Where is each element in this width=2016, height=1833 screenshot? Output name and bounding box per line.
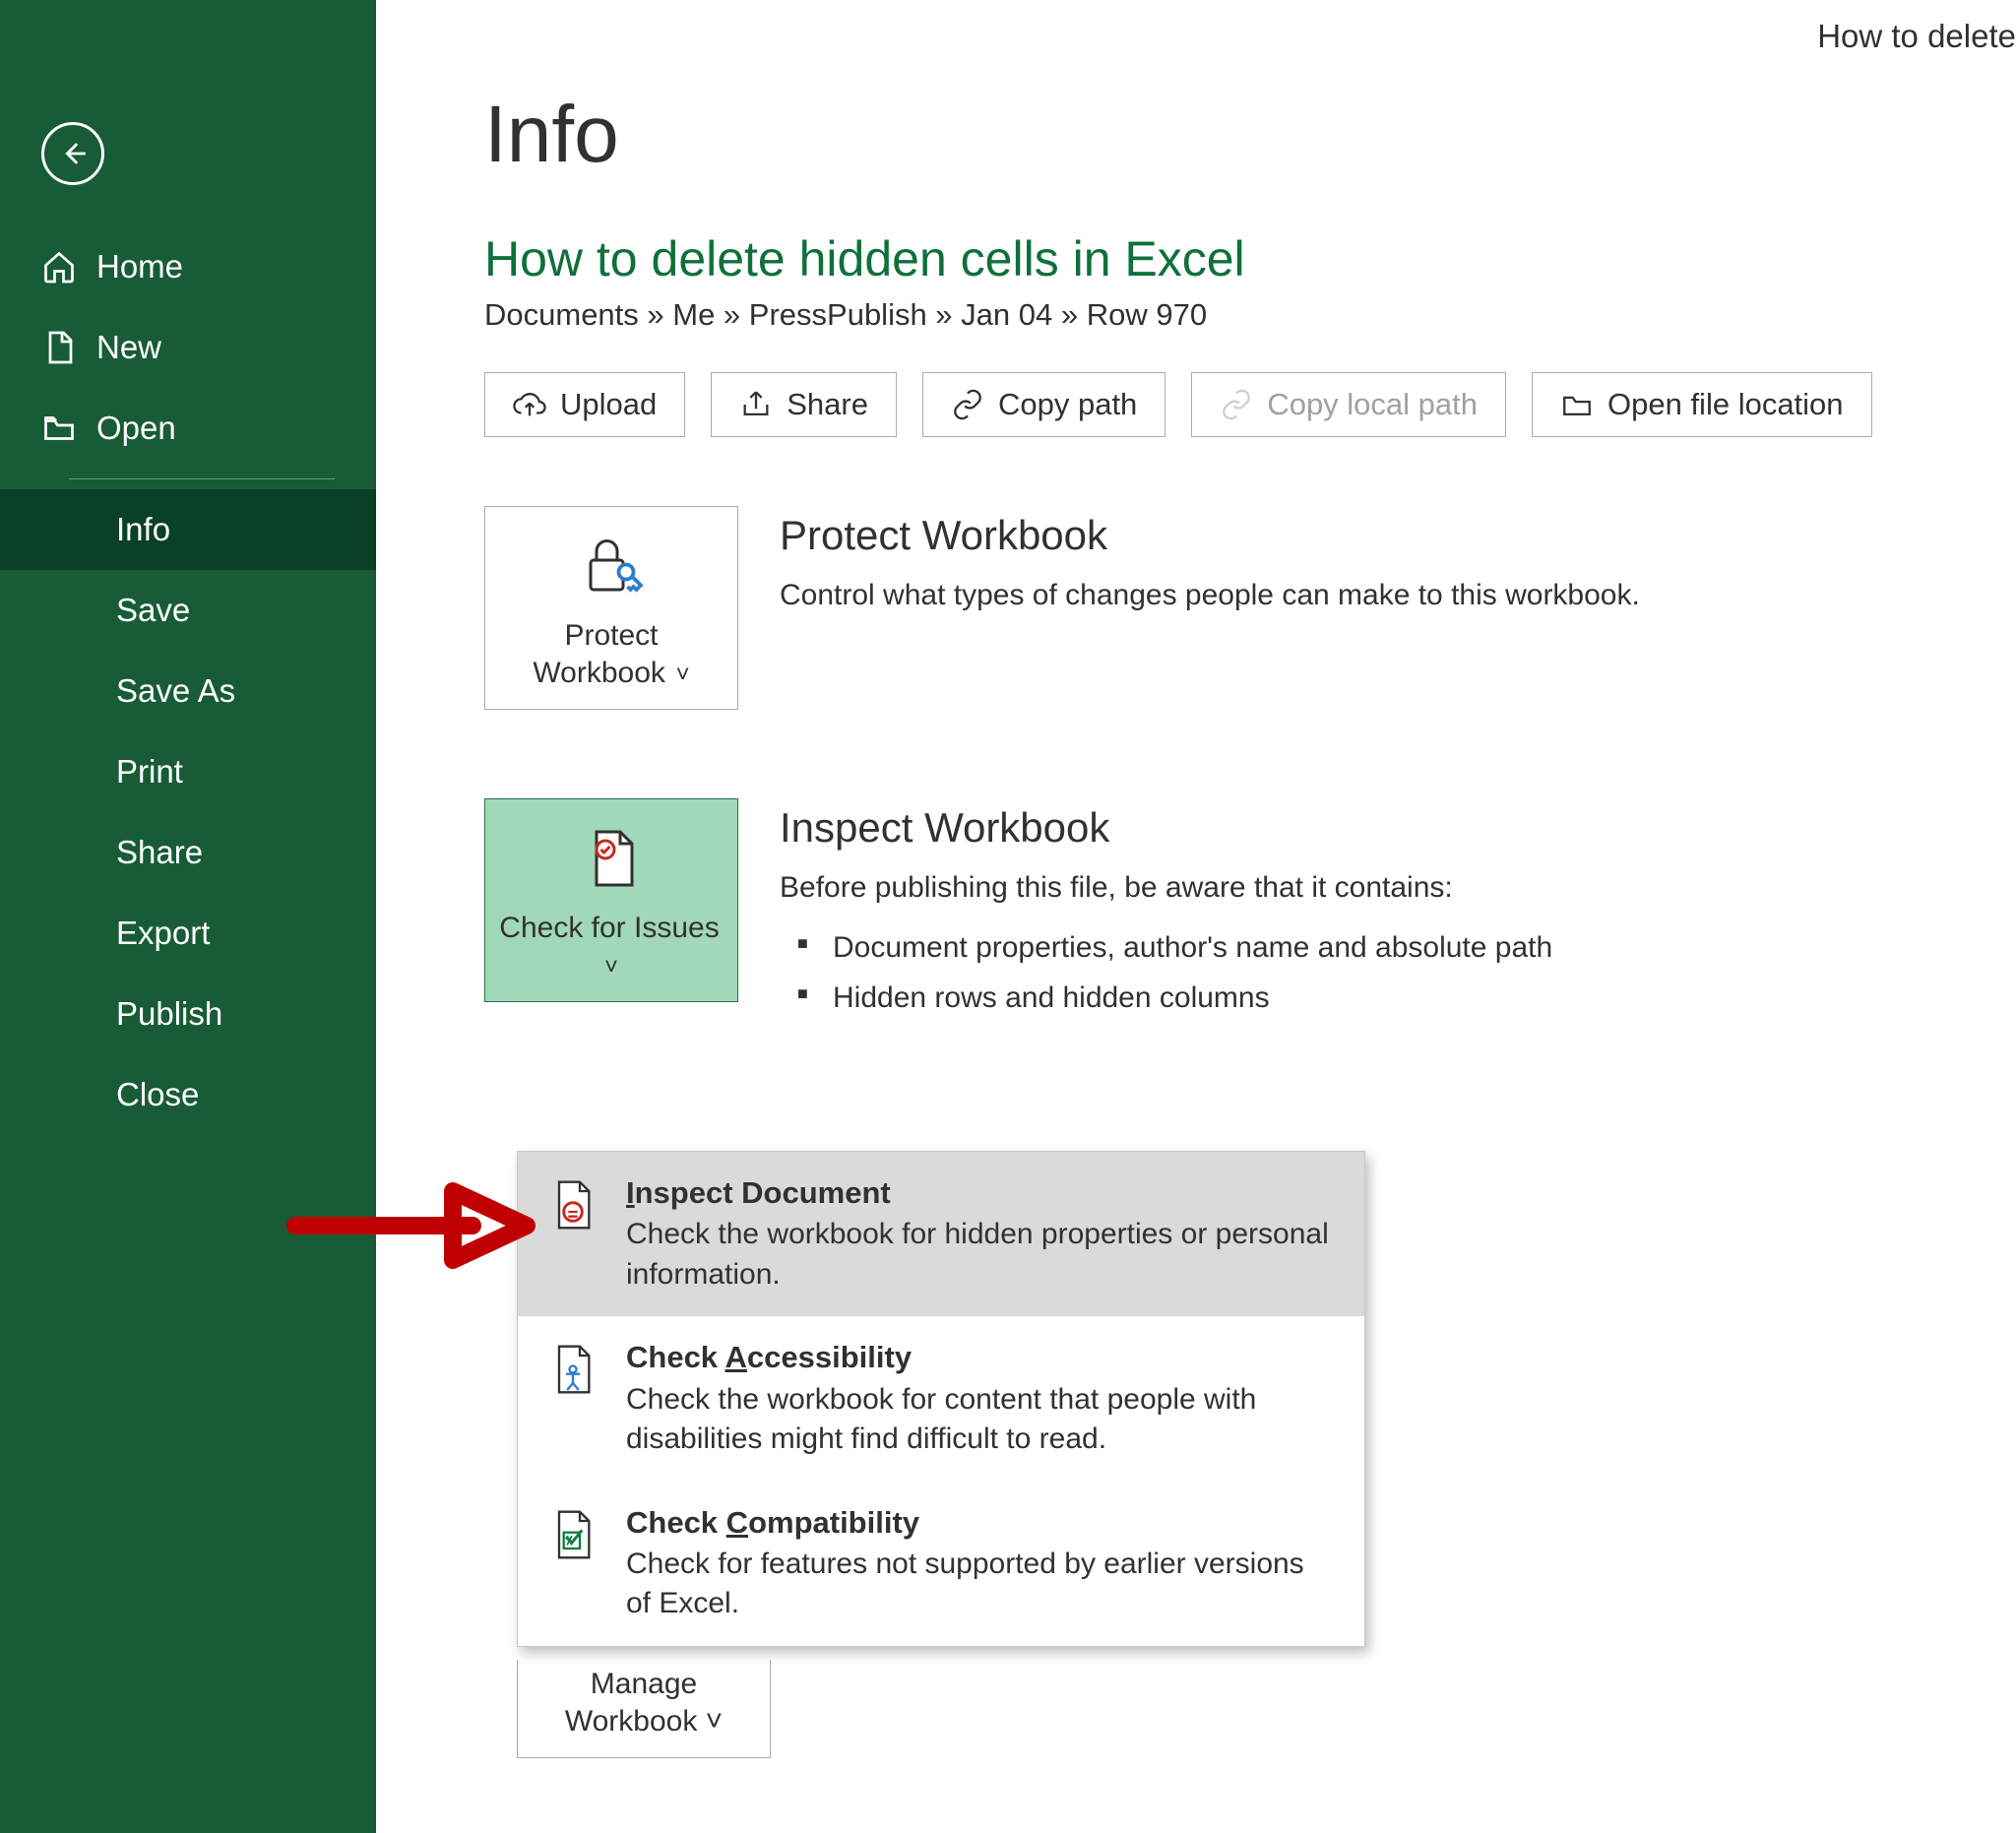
- check-accessibility-title: Check Accessibility: [626, 1338, 1337, 1377]
- back-button[interactable]: [41, 122, 104, 185]
- nav-share[interactable]: Share: [0, 812, 376, 893]
- nav-open-label: Open: [96, 410, 176, 447]
- chevron-down-icon: ˅: [697, 1705, 723, 1738]
- inspect-document-icon: [545, 1177, 600, 1233]
- protect-heading: Protect Workbook: [780, 512, 1862, 559]
- check-accessibility-option[interactable]: Check Accessibility Check the workbook f…: [518, 1316, 1364, 1481]
- manage-workbook-label: Manage Workbook: [565, 1668, 698, 1738]
- open-folder-icon: [41, 411, 77, 446]
- toolbar: Upload Share Copy path Copy local path O…: [484, 372, 2016, 437]
- copy-path-button[interactable]: Copy path: [922, 372, 1166, 437]
- protect-desc: Control what types of changes people can…: [780, 575, 1862, 616]
- nav-home[interactable]: Home: [0, 226, 376, 307]
- inspect-section: Check for Issues ˅ Inspect Workbook Befo…: [484, 798, 2016, 1023]
- copy-local-path-label: Copy local path: [1267, 387, 1478, 422]
- open-file-location-button[interactable]: Open file location: [1532, 372, 1872, 437]
- nav-new[interactable]: New: [0, 307, 376, 388]
- nav-new-label: New: [96, 329, 161, 366]
- protect-workbook-button[interactable]: Protect Workbook ˅: [484, 506, 738, 710]
- nav-publish[interactable]: Publish: [0, 974, 376, 1054]
- inspect-bullet-1: Document properties, author's name and a…: [780, 922, 1862, 973]
- upload-label: Upload: [560, 387, 657, 422]
- backstage-sidebar: Home New Open Info Save Save As Print Sh…: [0, 0, 376, 1833]
- chevron-down-icon: ˅: [669, 662, 690, 688]
- new-file-icon: [41, 330, 77, 365]
- nav-save-as[interactable]: Save As: [0, 651, 376, 731]
- inspect-document-option[interactable]: Inspect Document Check the workbook for …: [518, 1152, 1364, 1316]
- compatibility-icon: [545, 1507, 600, 1562]
- protect-btn-label: Protect Workbook: [533, 619, 665, 689]
- open-file-location-label: Open file location: [1607, 387, 1844, 422]
- inspect-document-title: Inspect Document: [626, 1173, 1337, 1213]
- folder-icon: [1560, 388, 1594, 421]
- nav-save[interactable]: Save: [0, 570, 376, 651]
- link-icon: [951, 388, 984, 421]
- inspect-heading: Inspect Workbook: [780, 804, 1862, 852]
- share-icon: [739, 388, 773, 421]
- inspect-desc: Before publishing this file, be aware th…: [780, 867, 1862, 909]
- copy-path-label: Copy path: [998, 387, 1137, 422]
- inspect-document-sub: Check the workbook for hidden properties…: [626, 1215, 1337, 1295]
- nav-home-label: Home: [96, 248, 183, 285]
- link-icon: [1220, 388, 1253, 421]
- check-accessibility-sub: Check the workbook for content that peop…: [626, 1380, 1337, 1460]
- inspect-bullet-2: Hidden rows and hidden columns: [780, 973, 1862, 1023]
- accessibility-icon: [545, 1342, 600, 1397]
- home-icon: [41, 249, 77, 284]
- share-label: Share: [787, 387, 868, 422]
- chevron-down-icon: ˅: [604, 954, 618, 980]
- nav-close[interactable]: Close: [0, 1054, 376, 1135]
- nav-divider: [69, 478, 335, 479]
- upload-button[interactable]: Upload: [484, 372, 685, 437]
- back-arrow-icon: [56, 137, 90, 170]
- share-button[interactable]: Share: [711, 372, 897, 437]
- check-compatibility-option[interactable]: Check Compatibility Check for features n…: [518, 1482, 1364, 1646]
- nav-print[interactable]: Print: [0, 731, 376, 812]
- upload-icon: [513, 388, 546, 421]
- nav-open[interactable]: Open: [0, 388, 376, 469]
- breadcrumb: Documents » Me » PressPublish » Jan 04 »…: [484, 297, 2016, 333]
- document-check-icon: [576, 823, 647, 894]
- page-title: Info: [484, 89, 2016, 181]
- check-compatibility-sub: Check for features not supported by earl…: [626, 1545, 1337, 1624]
- check-issues-dropdown: Inspect Document Check the workbook for …: [517, 1151, 1365, 1647]
- document-title: How to delete hidden cells in Excel: [484, 230, 2016, 287]
- nav-export[interactable]: Export: [0, 893, 376, 974]
- lock-key-icon: [576, 531, 647, 601]
- check-for-issues-button[interactable]: Check for Issues ˅: [484, 798, 738, 1002]
- main-content: Info How to delete hidden cells in Excel…: [376, 0, 2016, 1111]
- nav-info[interactable]: Info: [0, 489, 376, 570]
- check-compatibility-title: Check Compatibility: [626, 1503, 1337, 1543]
- manage-workbook-button[interactable]: Manage Workbook ˅: [517, 1660, 771, 1758]
- copy-local-path-button: Copy local path: [1191, 372, 1506, 437]
- protect-section: Protect Workbook ˅ Protect Workbook Cont…: [484, 506, 2016, 710]
- check-issues-btn-label: Check for Issues: [499, 912, 719, 944]
